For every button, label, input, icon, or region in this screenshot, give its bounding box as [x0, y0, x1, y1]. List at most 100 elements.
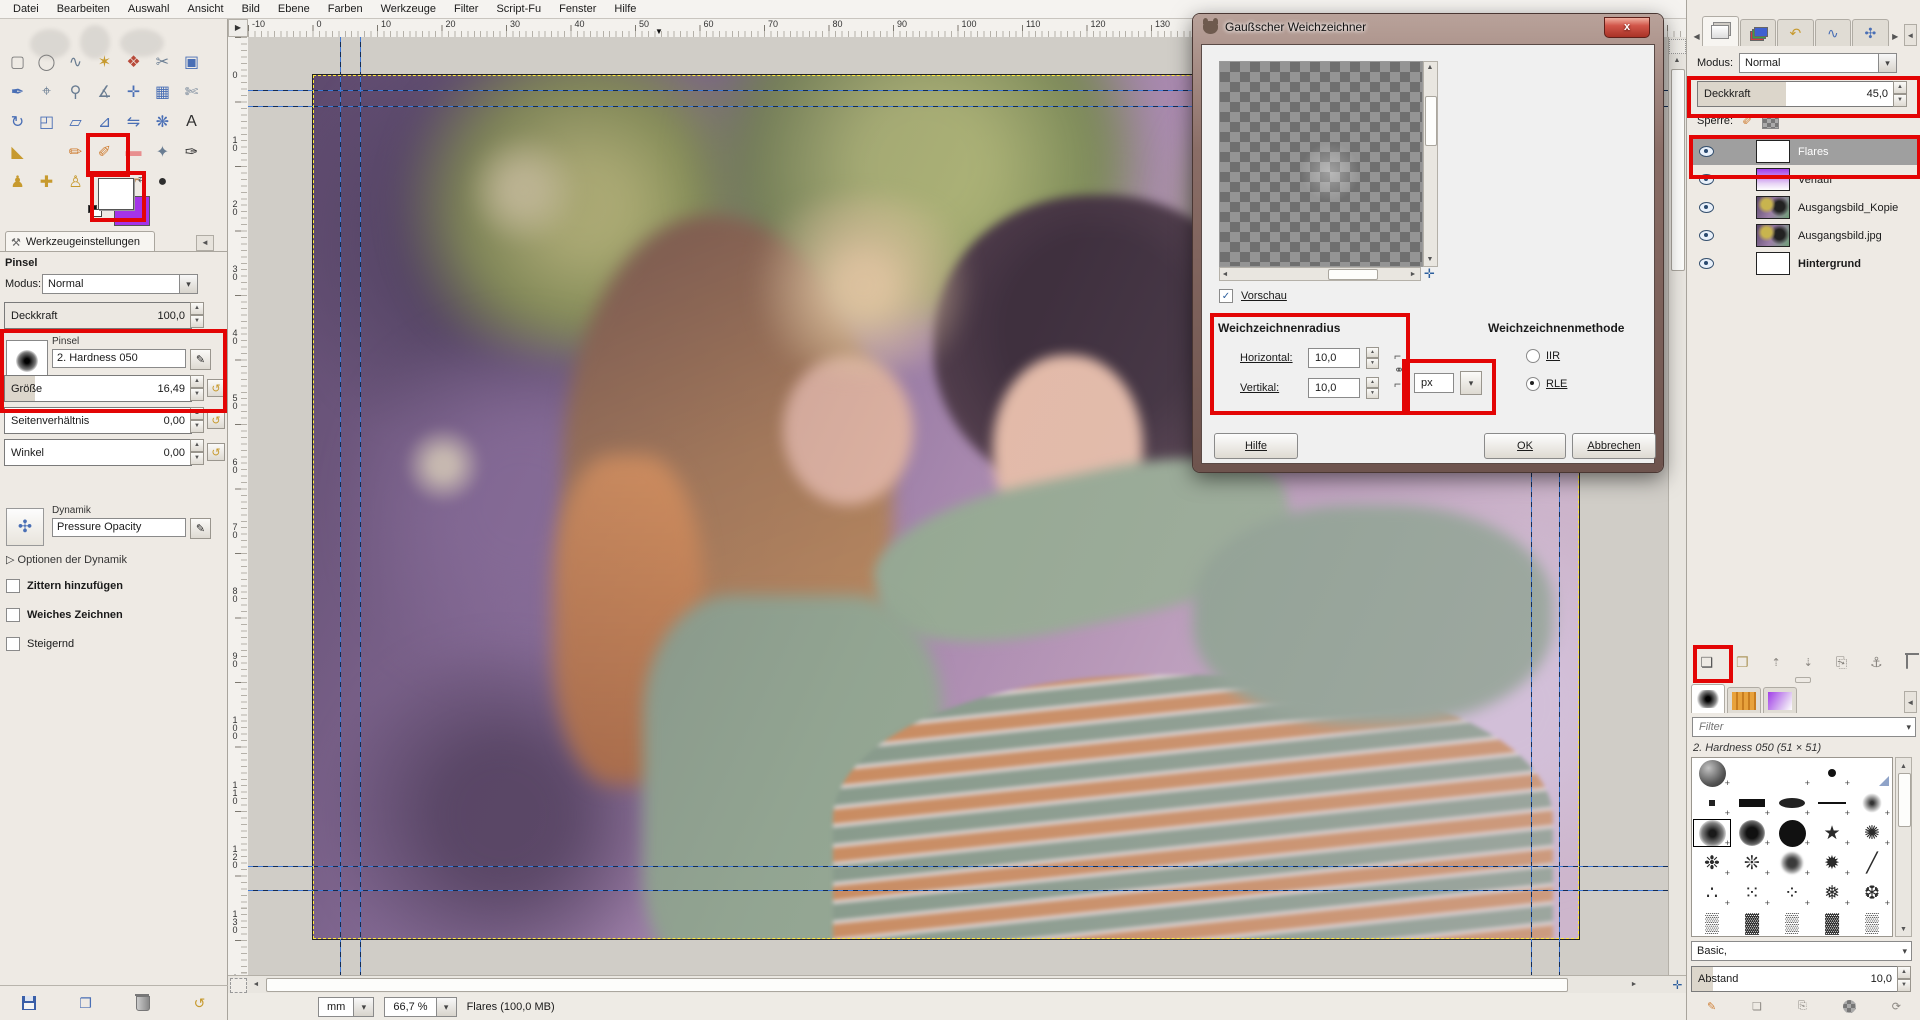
tool-button[interactable] — [32, 137, 61, 166]
tab-brushes[interactable] — [1691, 684, 1725, 713]
chevron-down-icon[interactable] — [179, 275, 197, 293]
delete-options-icon[interactable] — [131, 993, 155, 1013]
brush-swatch[interactable] — [1692, 818, 1732, 848]
menu-item[interactable]: Auswahl — [119, 1, 179, 17]
edit-dynamics-icon[interactable]: ✎ — [190, 518, 211, 539]
brush-swatch[interactable] — [1772, 818, 1812, 848]
tool-button[interactable]: ↻ — [3, 107, 32, 136]
tool-button[interactable]: ✚ — [32, 167, 61, 196]
scroll-up-icon[interactable]: ▲ — [1669, 53, 1685, 67]
tab-patterns[interactable] — [1727, 687, 1761, 713]
brush-name-field[interactable]: 2. Hardness 050 — [52, 349, 186, 368]
chevron-down-icon[interactable] — [437, 997, 457, 1017]
horizontal-spinner[interactable]: ▲▼ — [1366, 347, 1379, 369]
brush-swatch[interactable] — [1812, 788, 1852, 818]
size-spinner[interactable]: ▲▼ — [190, 375, 204, 400]
scroll-right-icon[interactable]: ► — [1408, 268, 1418, 280]
tool-button[interactable]: ▬ — [119, 137, 148, 166]
brush-swatch[interactable]: ❆ — [1852, 878, 1892, 908]
scroll-right-icon[interactable]: ► — [1626, 977, 1642, 991]
tab-paths[interactable]: ∿ — [1815, 19, 1851, 46]
dynamics-preview-button[interactable]: ✣ — [6, 508, 44, 546]
visibility-eye-icon[interactable] — [1699, 174, 1714, 185]
chevron-down-icon[interactable] — [1878, 54, 1896, 72]
brush-swatch[interactable] — [1692, 788, 1732, 818]
new-layer-icon[interactable]: ❏ — [1700, 654, 1713, 671]
menu-item[interactable]: Ebene — [269, 1, 319, 17]
menu-item[interactable]: Werkzeuge — [372, 1, 445, 17]
brush-swatch[interactable]: ❅ — [1812, 878, 1852, 908]
tab-tool-options[interactable]: ⚒ Werkzeugeinstellungen — [5, 231, 155, 252]
size-slider[interactable]: Größe 16,49 — [4, 375, 192, 402]
aspect-spinner[interactable]: ▲▼ — [190, 407, 204, 432]
delete-brush-icon[interactable] — [1843, 1000, 1856, 1013]
vscroll-thumb[interactable] — [1671, 69, 1685, 271]
visibility-eye-icon[interactable] — [1699, 258, 1714, 269]
tab-layers[interactable] — [1702, 16, 1738, 46]
help-button[interactable]: Hilfe — [1214, 433, 1298, 459]
new-brush-icon[interactable]: ❏ — [1752, 1000, 1762, 1013]
scroll-up-icon[interactable]: ▲ — [1423, 62, 1437, 72]
dynamics-options-expander[interactable]: ▷ Optionen der Dynamik — [6, 553, 127, 566]
tool-button[interactable]: ♟ — [3, 167, 32, 196]
option-checkbox[interactable]: Steigernd — [6, 637, 74, 651]
tool-button[interactable]: ⊿ — [90, 107, 119, 136]
layer-row[interactable]: Verlauf — [1689, 166, 1919, 193]
layer-mode-select[interactable]: Normal — [1739, 53, 1897, 73]
brush-swatch[interactable] — [1732, 788, 1772, 818]
scroll-left-icon[interactable]: ◄ — [248, 977, 264, 991]
brush-swatch[interactable]: ▒ — [1692, 908, 1732, 937]
brush-scrollbar[interactable]: ▲ ▼ — [1895, 757, 1912, 937]
menu-item[interactable]: Datei — [4, 1, 48, 17]
ok-button[interactable]: OK — [1484, 433, 1566, 459]
reset-options-icon[interactable]: ↺ — [188, 993, 212, 1013]
tool-button[interactable]: ✛ — [119, 77, 148, 106]
lock-alpha-icon[interactable] — [1762, 114, 1779, 129]
tool-button[interactable]: ⌖ — [32, 77, 61, 106]
guide-horizontal[interactable] — [248, 890, 1668, 891]
hscroll-thumb[interactable] — [266, 978, 1568, 992]
brush-swatch[interactable]: ✺ — [1852, 818, 1892, 848]
brush-swatch[interactable]: ❊ — [1732, 848, 1772, 878]
zoom-select[interactable]: 66,7 % — [384, 997, 456, 1017]
close-button[interactable]: x — [1604, 17, 1650, 38]
tab-dynamics[interactable]: ✣ — [1852, 19, 1888, 46]
tab-scroll-right-icon[interactable]: ▶ — [1890, 26, 1901, 46]
option-checkbox[interactable]: Zittern hinzufügen — [6, 579, 123, 593]
brush-swatch[interactable] — [1732, 758, 1772, 788]
brush-group-select[interactable]: Basic, — [1691, 941, 1912, 961]
scroll-down-icon[interactable]: ▼ — [1896, 922, 1911, 936]
tool-button[interactable]: ▦ — [148, 77, 177, 106]
angle-slider[interactable]: Winkel 0,00 — [4, 439, 192, 466]
visibility-eye-icon[interactable] — [1699, 230, 1714, 241]
raise-layer-icon[interactable]: ⇡ — [1772, 656, 1781, 669]
layer-row[interactable]: Ausgangsbild.jpg — [1689, 222, 1919, 249]
layer-opacity-spinner[interactable]: ▲▼ — [1893, 81, 1907, 105]
tool-button[interactable]: ∡ — [90, 77, 119, 106]
unit-dropdown-button[interactable] — [1460, 371, 1482, 395]
opacity-spinner[interactable]: ▲▼ — [190, 302, 204, 327]
brush-scroll-thumb[interactable] — [1898, 773, 1911, 827]
brush-swatch[interactable] — [1852, 758, 1892, 788]
chevron-down-icon[interactable] — [1906, 721, 1911, 733]
menu-item[interactable]: Script-Fu — [487, 1, 550, 17]
save-options-icon[interactable] — [17, 993, 41, 1013]
tab-undo-history[interactable]: ↶ — [1777, 19, 1813, 46]
brush-swatch[interactable]: ❉ — [1692, 848, 1732, 878]
radio-rle[interactable]: RLE — [1526, 377, 1567, 391]
brush-swatch[interactable]: ⁙ — [1732, 878, 1772, 908]
preview-vscrollbar[interactable]: ▲ ▼ — [1423, 61, 1438, 267]
refresh-brushes-icon[interactable]: ⟳ — [1892, 1000, 1901, 1013]
guide-vertical[interactable] — [360, 37, 361, 975]
visibility-eye-icon[interactable] — [1699, 202, 1714, 213]
brush-swatch[interactable] — [1852, 788, 1892, 818]
tool-button[interactable]: ♙ — [61, 167, 90, 196]
checkbox-icon[interactable] — [1219, 289, 1233, 303]
aspect-ratio-slider[interactable]: Seitenverhältnis 0,00 — [4, 407, 192, 434]
dock-splitter-handle[interactable] — [1795, 677, 1811, 683]
scroll-up-icon[interactable]: ▲ — [1896, 759, 1911, 773]
tool-button[interactable]: ◰ — [32, 107, 61, 136]
guide-vertical[interactable] — [340, 37, 341, 975]
tool-button[interactable]: ✑ — [177, 137, 206, 166]
brush-swatch[interactable] — [1812, 758, 1852, 788]
